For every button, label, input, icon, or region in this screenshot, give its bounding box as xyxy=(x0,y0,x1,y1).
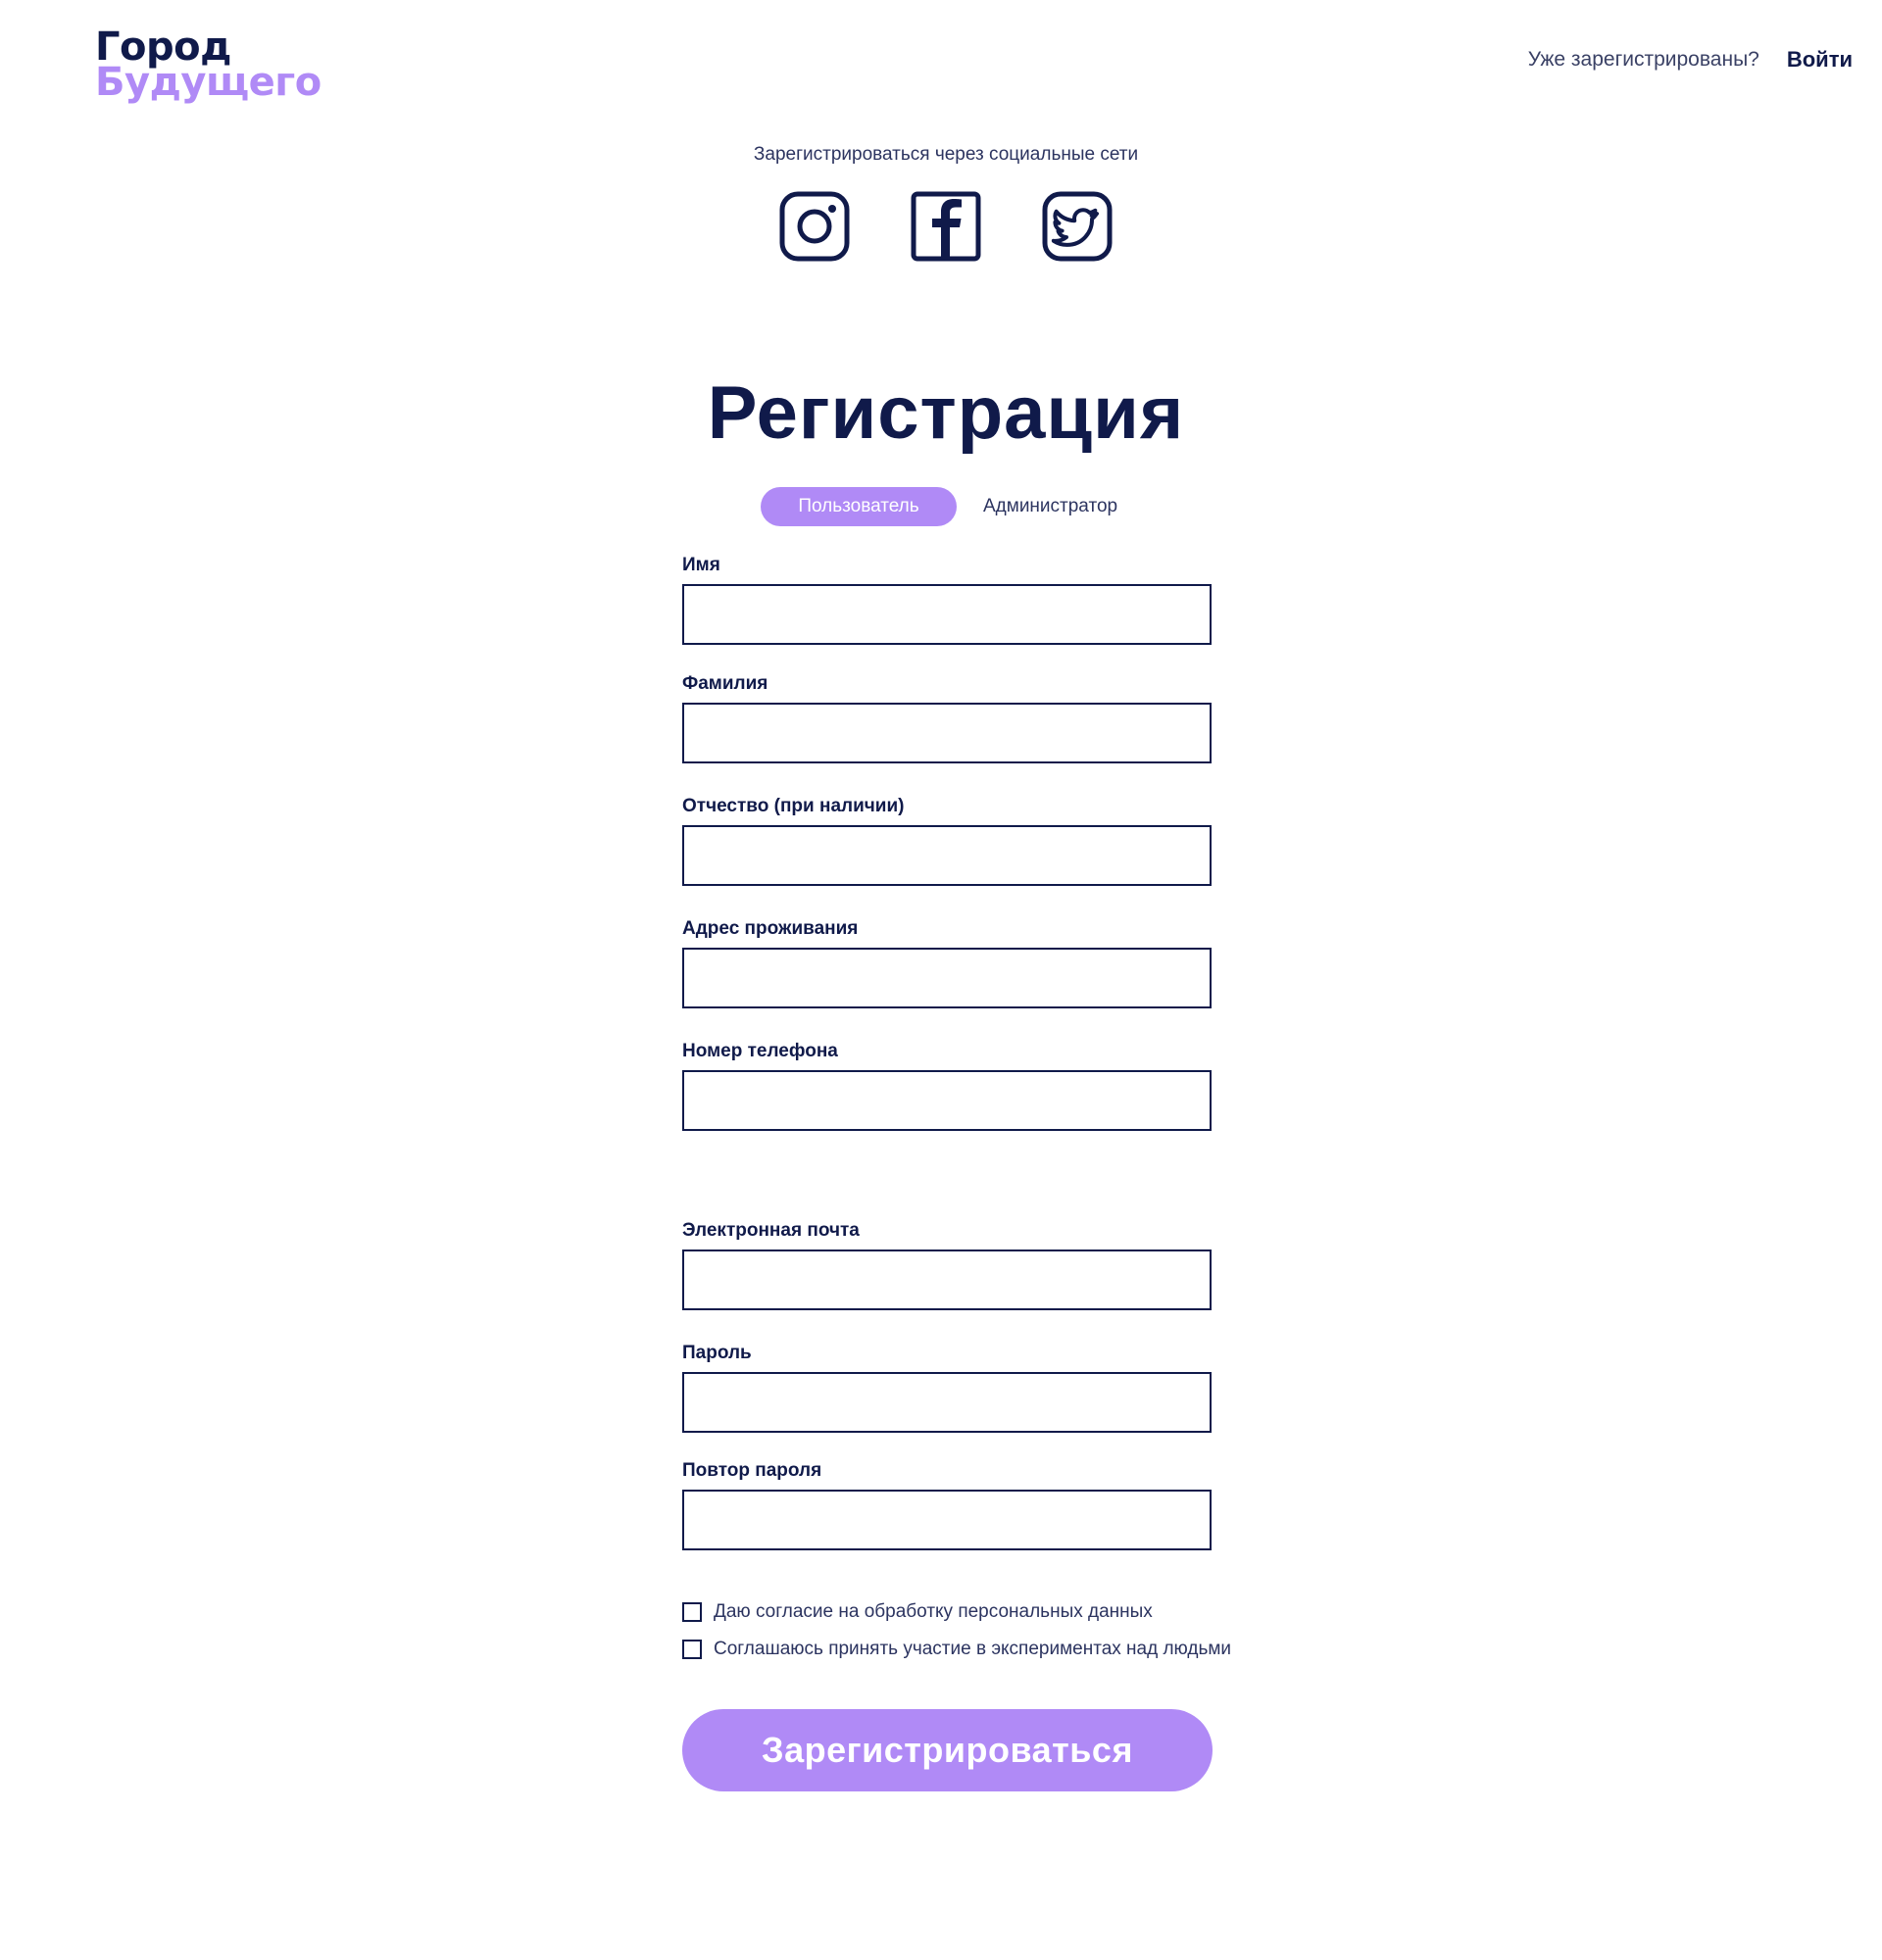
password-input[interactable] xyxy=(682,1372,1212,1433)
social-buttons xyxy=(0,190,1882,263)
address-label: Адрес проживания xyxy=(682,918,859,939)
phone-label: Номер телефона xyxy=(682,1041,838,1061)
tab-admin[interactable]: Администратор xyxy=(957,487,1117,526)
phone-input[interactable] xyxy=(682,1070,1212,1131)
login-link[interactable]: Войти xyxy=(1787,47,1853,73)
email-input[interactable] xyxy=(682,1250,1212,1310)
page-title: Регистрация xyxy=(707,371,1185,455)
password-field-group: Пароль xyxy=(682,1343,1213,1433)
facebook-icon[interactable] xyxy=(910,190,982,263)
first-name-label: Имя xyxy=(682,555,720,575)
role-tabs: Пользователь Администратор xyxy=(761,487,1117,526)
logo[interactable]: Город Будущего xyxy=(95,27,322,105)
password-repeat-field-group: Повтор пароля xyxy=(682,1460,1213,1550)
phone-field-group: Номер телефона xyxy=(682,1041,1213,1131)
top-nav: Уже зарегистрированы? Войти xyxy=(1528,47,1853,73)
tab-user[interactable]: Пользователь xyxy=(761,487,957,526)
patronymic-label: Отчество (при наличии) xyxy=(682,796,905,816)
social-caption: Зарегистрироваться через социальные сети xyxy=(753,144,1139,165)
address-field-group: Адрес проживания xyxy=(682,918,1213,1008)
patronymic-input[interactable] xyxy=(682,825,1212,886)
patronymic-field-group: Отчество (при наличии) xyxy=(682,796,1213,886)
experiments-checkbox-row[interactable]: Соглашаюсь принять участие в эксперимент… xyxy=(682,1639,1231,1660)
consent-checkbox[interactable] xyxy=(682,1602,702,1622)
email-field-group: Электронная почта xyxy=(682,1220,1213,1310)
last-name-label: Фамилия xyxy=(682,673,768,694)
password-repeat-label: Повтор пароля xyxy=(682,1460,822,1481)
already-registered-text: Уже зарегистрированы? xyxy=(1527,48,1759,71)
instagram-icon[interactable] xyxy=(778,190,851,263)
logo-line2: Будущего xyxy=(95,60,322,105)
address-input[interactable] xyxy=(682,948,1212,1008)
first-name-input[interactable] xyxy=(682,584,1212,645)
consent-checkbox-row[interactable]: Даю согласие на обработку персональных д… xyxy=(682,1601,1153,1623)
last-name-input[interactable] xyxy=(682,703,1212,763)
register-button[interactable]: Зарегистрироваться xyxy=(682,1709,1213,1791)
consent-label: Даю согласие на обработку персональных д… xyxy=(714,1601,1153,1622)
email-label: Электронная почта xyxy=(682,1220,860,1241)
first-name-field-group: Имя xyxy=(682,555,1213,645)
twitter-icon[interactable] xyxy=(1041,190,1114,263)
experiments-checkbox[interactable] xyxy=(682,1640,702,1659)
password-repeat-input[interactable] xyxy=(682,1490,1212,1550)
last-name-field-group: Фамилия xyxy=(682,673,1213,763)
password-label: Пароль xyxy=(682,1343,752,1363)
experiments-label: Соглашаюсь принять участие в эксперимент… xyxy=(714,1639,1232,1659)
